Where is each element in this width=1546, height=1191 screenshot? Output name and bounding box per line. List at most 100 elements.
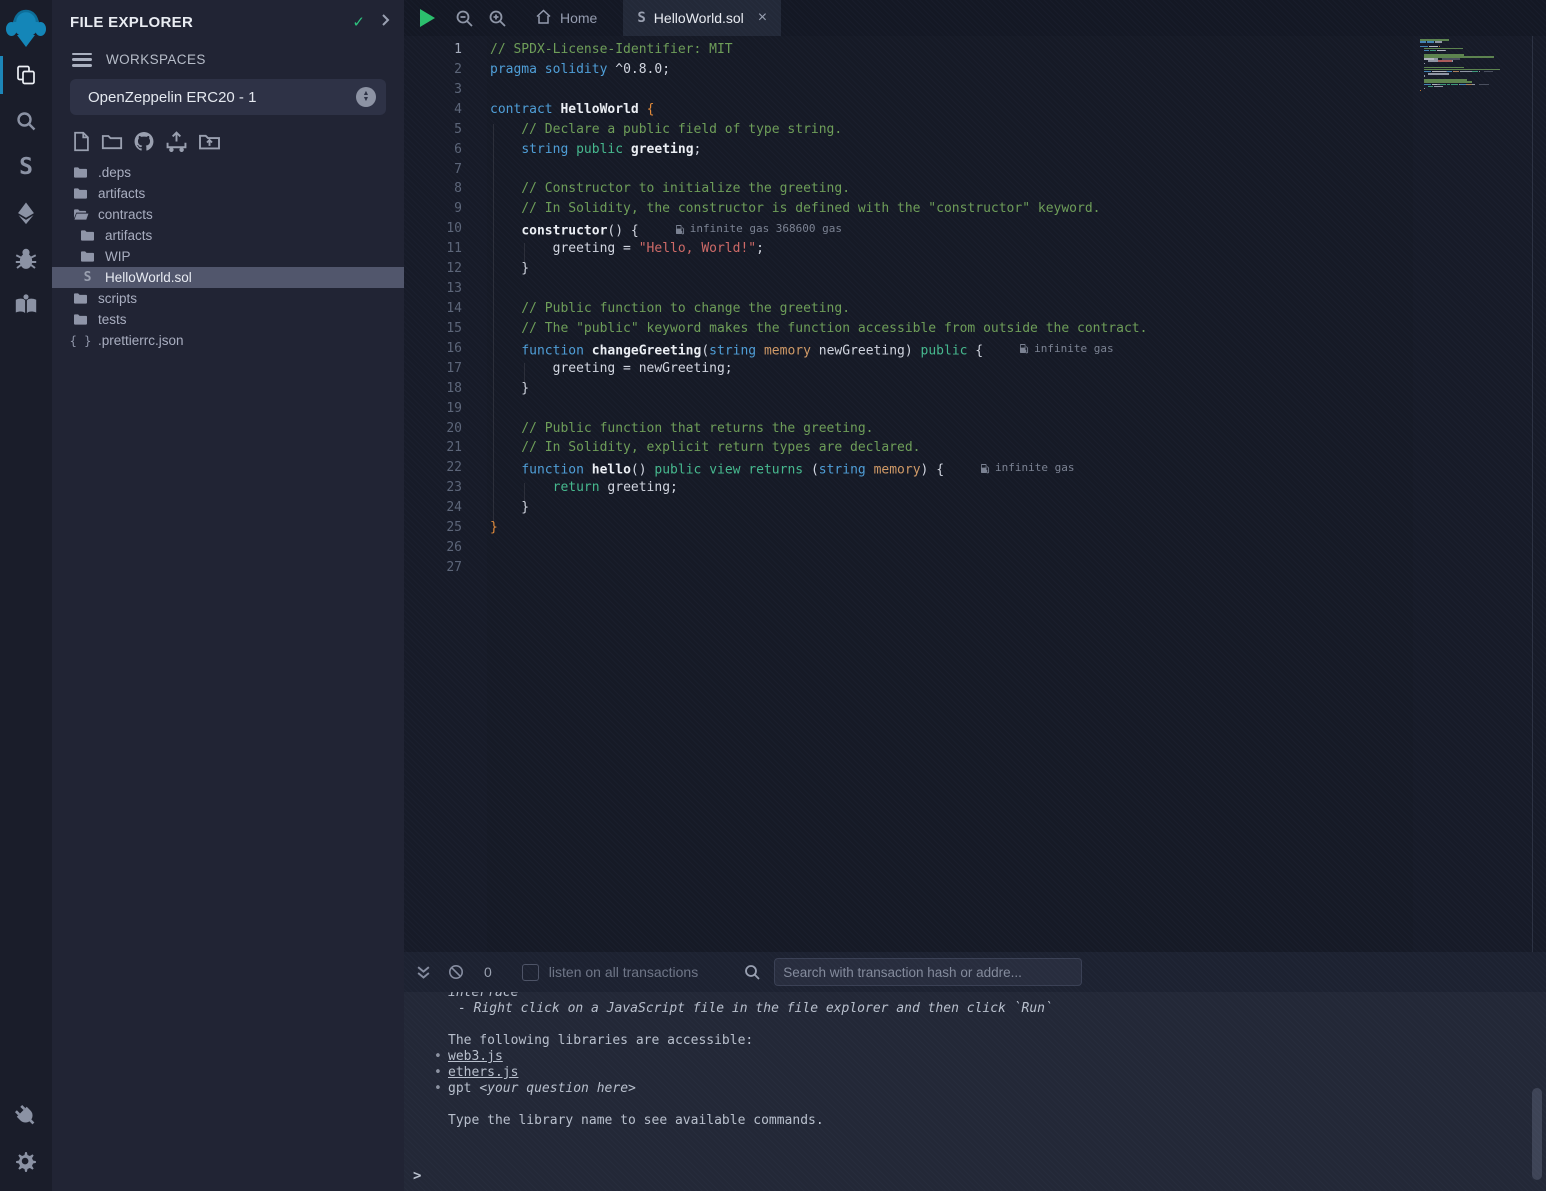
check-icon[interactable]: ✓	[352, 13, 365, 31]
code-line-27[interactable]: 27	[404, 558, 1413, 578]
tree-item-tests[interactable]: tests	[52, 309, 404, 330]
tree-item-artifacts[interactable]: artifacts	[52, 225, 404, 246]
new-file-icon[interactable]	[72, 131, 91, 152]
code-line-10[interactable]: 10 constructor() {infinite gas 368600 ga…	[404, 219, 1413, 239]
tree-item--prettierrc-json[interactable]: { } .prettierrc.json	[52, 330, 404, 351]
code-line-20[interactable]: 20 // Public function that returns the g…	[404, 419, 1413, 439]
expand-terminal-icon[interactable]	[416, 965, 431, 980]
clear-console-icon[interactable]	[448, 964, 464, 980]
workspace-sort-icon[interactable]: ▲▼	[356, 87, 376, 107]
code-line-13[interactable]: 13	[404, 279, 1413, 299]
line-number: 22	[404, 458, 462, 478]
workspace-select[interactable]: OpenZeppelin ERC20 - 1 ▲▼	[70, 79, 386, 115]
code-line-21[interactable]: 21 // In Solidity, explicit return types…	[404, 438, 1413, 458]
code-text: function changeGreeting(string memory ne…	[462, 339, 1114, 359]
line-number: 5	[404, 120, 462, 140]
sidebar-item-debugger[interactable]	[0, 236, 52, 282]
code-line-18[interactable]: 18 }	[404, 379, 1413, 399]
sidebar-item-learneth[interactable]	[0, 282, 52, 328]
sidebar-item-settings[interactable]	[0, 1139, 52, 1185]
code-text	[462, 279, 490, 299]
code-line-23[interactable]: 23 return greeting;	[404, 478, 1413, 498]
workspaces-menu-icon[interactable]	[72, 53, 92, 67]
bug-icon	[14, 247, 38, 271]
zoom-in-icon[interactable]	[488, 9, 507, 28]
code-line-22[interactable]: 22 function hello() public view returns …	[404, 458, 1413, 478]
line-number: 16	[404, 339, 462, 359]
close-tab-icon[interactable]: ×	[758, 9, 767, 27]
github-icon[interactable]	[133, 131, 155, 152]
code-text: contract HelloWorld {	[462, 100, 654, 120]
code-line-7[interactable]: 7	[404, 160, 1413, 180]
terminal-link-ethers-js[interactable]: ethers.js	[448, 1065, 518, 1080]
tree-item-label: .prettierrc.json	[98, 333, 184, 348]
code-text: // SPDX-License-Identifier: MIT	[462, 40, 733, 60]
line-number: 4	[404, 100, 462, 120]
terminal-prompt[interactable]: >	[413, 1168, 421, 1184]
code-line-1[interactable]: 1// SPDX-License-Identifier: MIT	[404, 40, 1413, 60]
folder-open-icon	[72, 208, 89, 221]
terminal-line	[404, 1097, 1546, 1113]
tree-item-helloworld-sol[interactable]: SHelloWorld.sol	[52, 267, 404, 288]
code-line-14[interactable]: 14 // Public function to change the gree…	[404, 299, 1413, 319]
code-line-25[interactable]: 25}	[404, 518, 1413, 538]
code-line-12[interactable]: 12 }	[404, 259, 1413, 279]
sidebar-item-search[interactable]	[0, 98, 52, 144]
tab-helloworld-sol[interactable]: S HelloWorld.sol ×	[623, 0, 781, 36]
code-line-8[interactable]: 8 // Constructor to initialize the greet…	[404, 179, 1413, 199]
line-number: 25	[404, 518, 462, 538]
code-line-24[interactable]: 24 }	[404, 498, 1413, 518]
code-line-15[interactable]: 15 // The "public" keyword makes the fun…	[404, 319, 1413, 339]
code-text: // Public function that returns the gree…	[462, 419, 874, 439]
upload-file-icon[interactable]	[165, 131, 188, 152]
minimap[interactable]	[1413, 36, 1533, 952]
terminal-search-input[interactable]	[774, 958, 1082, 986]
tree-item-contracts[interactable]: contracts	[52, 204, 404, 225]
new-folder-icon[interactable]	[101, 132, 123, 151]
file-explorer-header: FILE EXPLORER ✓	[52, 0, 404, 44]
tab-home[interactable]: Home	[521, 0, 611, 36]
book-icon	[14, 293, 38, 317]
terminal-scrollbar-thumb[interactable]	[1532, 1088, 1542, 1180]
terminal-search-icon	[744, 964, 761, 981]
sidebar-item-deploy-run[interactable]	[0, 190, 52, 236]
code-line-19[interactable]: 19	[404, 399, 1413, 419]
code-line-4[interactable]: 4contract HelloWorld {	[404, 100, 1413, 120]
code-line-16[interactable]: 16 function changeGreeting(string memory…	[404, 339, 1413, 359]
code-line-26[interactable]: 26	[404, 538, 1413, 558]
zoom-out-icon[interactable]	[455, 9, 474, 28]
code-text: return greeting;	[462, 478, 678, 498]
file-tree: .depsartifactscontractsartifactsWIPSHell…	[52, 162, 404, 351]
listen-transactions-checkbox[interactable]	[522, 964, 539, 981]
editor-scrollbar[interactable]	[1532, 36, 1546, 952]
gear-icon	[14, 1150, 38, 1174]
code-line-9[interactable]: 9 // In Solidity, the constructor is def…	[404, 199, 1413, 219]
chevron-right-icon[interactable]	[381, 13, 390, 31]
code-line-5[interactable]: 5 // Declare a public field of type stri…	[404, 120, 1413, 140]
code-line-17[interactable]: 17 greeting = newGreeting;	[404, 359, 1413, 379]
terminal-line: ethers.js	[404, 1065, 1546, 1081]
sidebar-item-solidity-compiler[interactable]: S	[0, 144, 52, 190]
code-text	[462, 558, 490, 578]
tree-item-artifacts[interactable]: artifacts	[52, 183, 404, 204]
code-text: greeting = newGreeting;	[462, 359, 733, 379]
run-script-button[interactable]	[420, 9, 435, 27]
code-editor[interactable]: 1// SPDX-License-Identifier: MIT2pragma …	[404, 36, 1546, 952]
line-number: 27	[404, 558, 462, 578]
tree-item--deps[interactable]: .deps	[52, 162, 404, 183]
terminal-link-web3-js[interactable]: web3.js	[448, 1049, 503, 1064]
json-icon: { }	[72, 334, 89, 348]
upload-folder-icon[interactable]	[198, 132, 221, 151]
code-text: // In Solidity, explicit return types ar…	[462, 438, 920, 458]
sidebar-item-plugin-manager[interactable]	[0, 1093, 52, 1139]
line-number: 1	[404, 40, 462, 60]
tree-item-label: .deps	[98, 165, 131, 180]
code-line-2[interactable]: 2pragma solidity ^0.8.0;	[404, 60, 1413, 80]
tree-item-scripts[interactable]: scripts	[52, 288, 404, 309]
tree-item-wip[interactable]: WIP	[52, 246, 404, 267]
sidebar-item-file-explorer[interactable]	[0, 52, 52, 98]
code-line-6[interactable]: 6 string public greeting;	[404, 140, 1413, 160]
code-text: constructor() {infinite gas 368600 gas	[462, 219, 842, 239]
code-line-3[interactable]: 3	[404, 80, 1413, 100]
code-line-11[interactable]: 11 greeting = "Hello, World!";	[404, 239, 1413, 259]
